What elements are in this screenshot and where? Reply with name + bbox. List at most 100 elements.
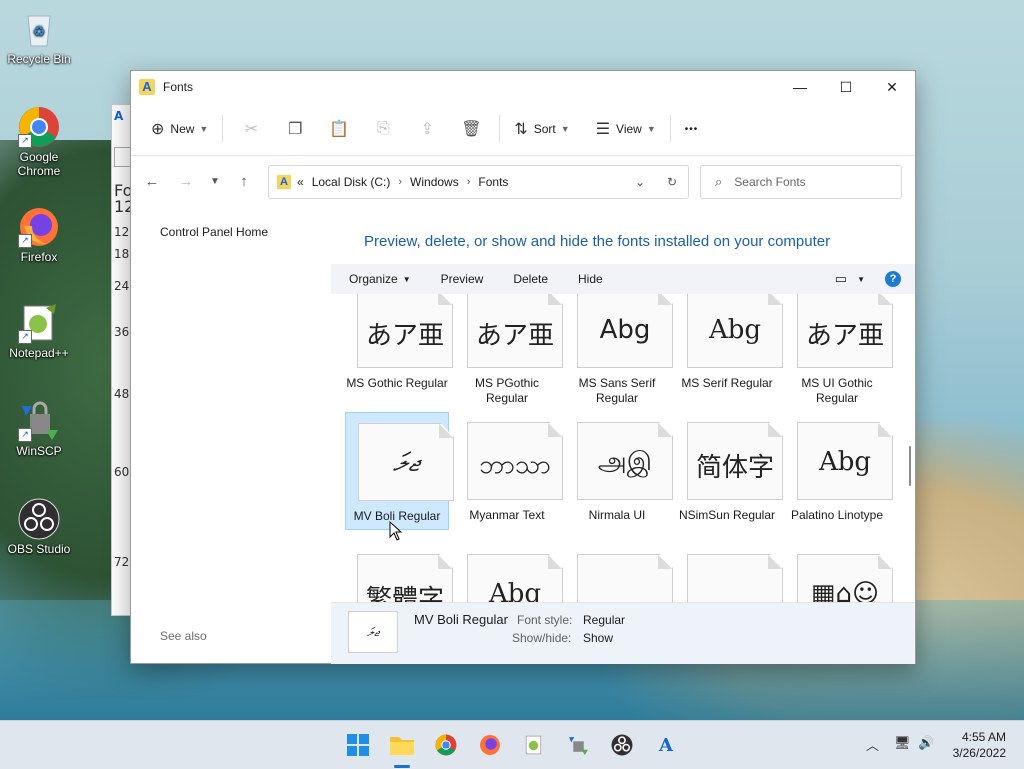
rename-button[interactable]: ⎘ [361,113,405,145]
fonts-folder-icon: A [277,175,291,189]
system-clock[interactable]: 4:55 AM 3/26/2022 [953,729,1006,761]
delete-button[interactable]: 🗑 [449,113,493,145]
font-preview-icon: அஇ [577,422,673,500]
help-icon[interactable]: ? [885,271,901,287]
sort-button[interactable]: ⇅ Sort ▼ [506,113,577,145]
scrollbar-thumb[interactable] [909,446,911,486]
font-name: MS Serif Regular [681,376,773,390]
font-tile[interactable]: Abg [455,544,563,602]
breadcrumb-separator-icon[interactable]: › [467,176,471,188]
view-button[interactable]: ☰ View ▼ [588,113,664,145]
more-options-button[interactable]: ••• [677,113,707,145]
chevron-down-icon: ▼ [560,124,570,134]
taskbar-file-explorer[interactable] [388,731,416,759]
breadcrumb-windows[interactable]: Windows [410,175,459,189]
font-tile[interactable]: あア亜 MS Gothic Regular [345,294,453,398]
desktop-icon-obs[interactable]: OBS Studio [4,498,74,556]
font-tile[interactable]: Abg Palatino Linotype [785,412,893,530]
title-bar[interactable]: A Fonts — ☐ ✕ [131,71,915,103]
taskbar-chrome[interactable] [432,731,460,759]
taskbar-font-viewer[interactable]: A [652,731,680,759]
font-sample: Abg [488,579,542,602]
refresh-icon[interactable]: ↻ [656,175,688,189]
desktop-icon-label: Firefox [20,250,58,264]
search-icon: ⌕ [715,174,723,189]
font-preview-icon: Abg [687,294,783,368]
selected-font-thumbnail: ޖލަ [348,611,398,653]
fonts-window[interactable]: A Fonts — ☐ ✕ ⊕ New ▼ ✂ ❐ 📋 ⎘ ⇪ 🗑 ⇅ Sort… [130,70,916,664]
font-tile[interactable]: 简体字 NSimSun Regular [675,412,783,530]
mouse-cursor-icon [389,521,403,541]
paste-button[interactable]: 📋 [317,113,361,145]
font-tile[interactable]: Abg MS Serif Regular [675,294,783,398]
organize-button[interactable]: Organize ▼ [331,272,411,286]
desktop-icon-chrome[interactable]: ↗ Google Chrome [4,106,74,178]
hide-button[interactable]: Hide [560,272,603,286]
up-button[interactable]: ↑ [227,166,261,196]
overflow-chevron-icon[interactable]: « [297,175,304,189]
start-button[interactable] [344,731,372,759]
obs-icon [611,734,633,756]
bg-window-size: 48 [114,387,130,401]
address-bar[interactable]: A « Local Disk (C:) › Windows › Fonts ⌄ … [268,165,689,199]
desktop-icon-recycle-bin[interactable]: ♻ Recycle Bin [4,8,74,66]
shortcut-arrow-icon: ↗ [18,134,32,148]
taskbar-notepadpp[interactable] [520,731,548,759]
delete-font-button[interactable]: Delete [495,272,548,286]
rename-icon: ⎘ [376,120,390,137]
font-tile[interactable]: あア亜 MS UI Gothic Regular [785,294,893,405]
maximize-button[interactable]: ☐ [823,71,869,103]
font-tile[interactable]: ဘာသာ Myanmar Text [455,412,563,530]
font-tile[interactable]: 繁體字 [345,544,453,602]
font-tile[interactable]: அஇ Nirmala UI [565,412,673,530]
chrome-icon [435,734,457,756]
desktop-icon-notepadpp[interactable]: ↗ Notepad++ [4,302,74,360]
new-button[interactable]: ⊕ New ▼ [143,113,216,145]
forward-button[interactable]: → [169,166,203,196]
font-tile[interactable] [675,544,783,602]
organize-label: Organize [349,272,398,286]
font-preview-icon: Abg [467,554,563,602]
recycle-bin-icon: ♻ [18,8,60,50]
change-view-button[interactable]: ▭ [835,271,847,287]
search-box[interactable]: ⌕ Search Fonts [700,165,902,199]
close-button[interactable]: ✕ [869,71,915,103]
font-tile[interactable]: あア亜 MS PGothic Regular [455,294,563,405]
taskbar-winscp[interactable] [564,731,592,759]
share-button[interactable]: ⇪ [405,113,449,145]
vertical-scrollbar[interactable] [905,294,915,602]
breadcrumb-separator-icon[interactable]: › [398,176,402,188]
desktop-icon-winscp[interactable]: ↗ WinSCP [4,400,74,458]
copy-button[interactable]: ❐ [273,113,317,145]
preview-button[interactable]: Preview [423,272,484,286]
recent-locations-button[interactable]: ▼ [203,166,227,196]
control-panel-home-link[interactable]: Control Panel Home [160,225,268,239]
font-tile[interactable]: ޖލަ MV Boli Regular [345,412,454,530]
taskbar-firefox[interactable] [476,731,504,759]
show-hidden-icons-button[interactable]: ︿ [866,735,879,754]
plus-circle-icon: ⊕ [151,121,165,138]
font-tile[interactable]: ▦⌂☺ [785,544,893,602]
font-tile[interactable]: Abg MS Sans Serif Regular [565,294,673,405]
bg-window-size: 12 [114,225,130,239]
address-dropdown-icon[interactable]: ⌄ [624,175,656,189]
see-also-label: See also [160,629,207,643]
font-preview-icon: ▦⌂☺ [797,554,893,602]
network-icon[interactable]: 🖥 [894,735,911,751]
font-name: MS Gothic Regular [346,376,448,390]
view-dropdown-icon[interactable]: ▼ [857,275,865,284]
font-preview-icon: 繁體字 [357,554,453,602]
font-preview-icon: ޖލަ [358,423,454,501]
font-tile[interactable] [565,544,673,602]
back-button[interactable]: ← [135,166,169,196]
desktop-icon-firefox[interactable]: ↗ Firefox [4,206,74,264]
font-style-value: Regular [583,613,626,627]
font-sample: Abg [708,315,762,345]
fonts-grid[interactable]: あア亜 MS Gothic Regular あア亜 MS PGothic Regula… [331,294,906,602]
minimize-button[interactable]: — [777,71,823,103]
volume-icon[interactable]: 🔊 [918,735,934,751]
breadcrumb-fonts[interactable]: Fonts [478,175,508,189]
breadcrumb-local-disk[interactable]: Local Disk (C:) [312,175,391,189]
taskbar-obs[interactable] [608,731,636,759]
cut-button[interactable]: ✂ [229,113,273,145]
